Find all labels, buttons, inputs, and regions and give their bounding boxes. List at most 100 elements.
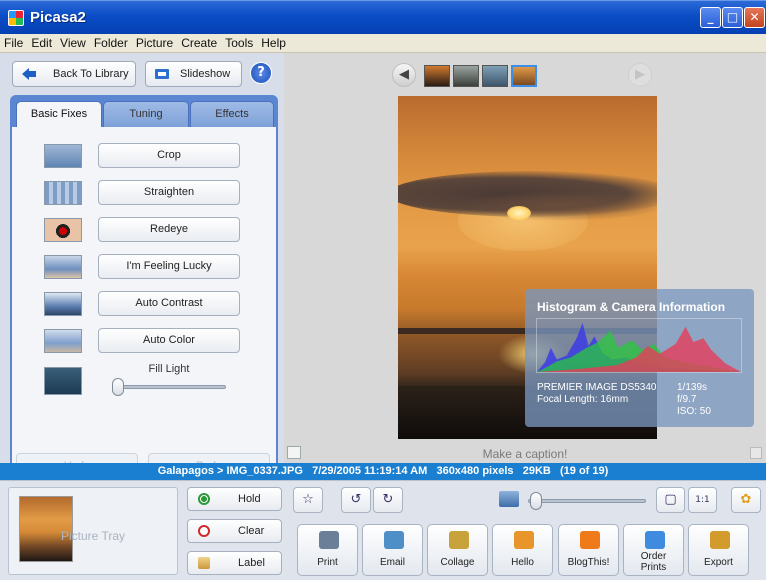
filmstrip-thumb[interactable] [424,65,450,87]
printer-button[interactable]: Print [297,524,358,576]
auto-contrast-button[interactable]: Auto Contrast [98,291,240,316]
picture-tray-label: Picture Tray [61,529,126,543]
clear-label: Clear [238,525,265,537]
feeling-lucky-button[interactable]: I'm Feeling Lucky [98,254,240,279]
fill-light-slider-knob[interactable] [112,378,124,396]
blogger-label: BlogThis! [567,557,610,568]
status-datetime: 7/29/2005 11:19:14 AM [312,465,428,477]
slideshow-icon [155,69,169,79]
auto-contrast-icon [44,292,82,316]
bottom-toolbar: Picture Tray Hold Clear Label ☆ ↺ ↻ ▢ 1:… [0,480,766,580]
picture-tray: Picture Tray [8,487,178,575]
maximize-button[interactable]: □ [722,7,743,28]
hello-button[interactable]: Hello [492,524,553,576]
fix-row-auto-color: Auto Color [12,326,276,356]
menu-picture[interactable]: Picture [132,34,177,50]
status-position: (19 of 19) [560,465,609,477]
slideshow-button[interactable]: Slideshow [145,61,242,87]
rotate-right-button[interactable]: ↻ [373,487,403,513]
next-photo-button[interactable]: ▶ [628,63,652,87]
collage-icon [449,531,469,549]
straighten-button[interactable]: Straighten [98,180,240,205]
slideshow-label: Slideshow [180,68,231,80]
menu-help[interactable]: Help [257,34,290,50]
redeye-button[interactable]: Redeye [98,217,240,242]
tab-effects[interactable]: Effects [190,101,274,127]
clear-button[interactable]: Clear [187,519,282,543]
close-button[interactable]: ✕ [744,7,765,28]
export-button[interactable]: Export [688,524,749,576]
menu-tools[interactable]: Tools [221,34,257,50]
caption-options-icon[interactable] [750,447,762,459]
tab-basic-fixes[interactable]: Basic Fixes [16,101,102,127]
filmstrip-thumb[interactable] [453,65,479,87]
filmstrip-thumb-selected[interactable] [511,65,537,87]
picasa-app-icon [8,10,24,26]
crop-button[interactable]: Crop [98,143,240,168]
caption-input[interactable]: Make a caption! [284,447,766,461]
fix-row-crop: Crop [12,141,276,171]
menu-view[interactable]: View [56,34,90,50]
hello-icon [514,531,534,549]
collage-button[interactable]: Collage [427,524,488,576]
menu-file[interactable]: File [0,34,27,50]
photo-viewer: ◀ ▶ Histogram & Camera Information PREMI… [284,53,766,463]
fit-view-button[interactable]: ▢ [656,487,685,513]
hold-label: Hold [238,493,261,505]
blogger-icon [580,531,600,549]
crop-icon [44,144,82,168]
help-button[interactable]: ? [250,62,272,84]
menu-bar: File Edit View Folder Picture Create Tools Help [0,34,766,53]
hold-button[interactable]: Hold [187,487,282,511]
caption-bar: Make a caption! [284,446,766,463]
printer-icon [319,531,339,549]
fix-row-feeling-lucky: I'm Feeling Lucky [12,252,276,282]
aperture: f/9.7 [677,394,697,405]
order-prints-icon [645,531,665,549]
fill-light-slider-track[interactable] [112,385,226,389]
minimize-button[interactable]: _ [700,7,721,28]
zoom-slider-track[interactable] [528,499,646,503]
order-prints-label: Order Prints [640,551,667,573]
star-button[interactable]: ☆ [293,487,323,513]
label-button[interactable]: Label [187,551,282,575]
tab-strip: Basic Fixes Tuning Effects [12,97,276,127]
hello-label: Hello [511,557,534,568]
arrow-right-icon: ▶ [635,67,645,82]
email-icon [384,531,404,549]
color-options-button[interactable]: ✿ [731,487,761,513]
collage-label: Collage [440,557,475,568]
status-path: Galapagos > IMG_0337.JPG [157,465,303,477]
iso: ISO: 50 [677,406,711,417]
arrow-left-icon: ◀ [399,67,409,82]
caption-edit-icon[interactable] [287,446,301,459]
status-bar: Galapagos > IMG_0337.JPG 7/29/2005 11:19… [0,463,766,480]
email-button[interactable]: Email [362,524,423,576]
printer-label: Print [317,557,338,568]
zoom-slider-knob[interactable] [530,492,542,510]
auto-color-button[interactable]: Auto Color [98,328,240,353]
filmstrip-thumb[interactable] [482,65,508,87]
focal-length: Focal Length: 16mm [537,394,629,405]
auto-color-icon [44,329,82,353]
back-to-library-button[interactable]: Back To Library [12,61,136,87]
fit-view-icon: ▢ [664,492,677,507]
tab-tuning[interactable]: Tuning [103,101,189,127]
order-prints-button[interactable]: Order Prints [623,524,684,576]
label-icon [198,557,210,569]
blogger-button[interactable]: BlogThis! [558,524,619,576]
fix-row-straighten: Straighten [12,178,276,208]
export-label: Export [704,557,733,568]
rotate-left-button[interactable]: ↺ [341,487,371,513]
menu-create[interactable]: Create [177,34,221,50]
export-icon [710,531,730,549]
menu-folder[interactable]: Folder [90,34,132,50]
fill-light-label: Fill Light [148,363,190,375]
basic-fixes-panel: Basic Fixes Tuning Effects Crop Straight… [10,95,278,490]
menu-edit[interactable]: Edit [27,34,56,50]
label-label: Label [238,557,265,569]
actual-size-button[interactable]: 1:1 [688,487,717,513]
previous-photo-button[interactable]: ◀ [392,63,416,87]
histogram-overlay: Histogram & Camera Information PREMIER I… [525,289,754,427]
status-size: 29KB [522,465,551,477]
